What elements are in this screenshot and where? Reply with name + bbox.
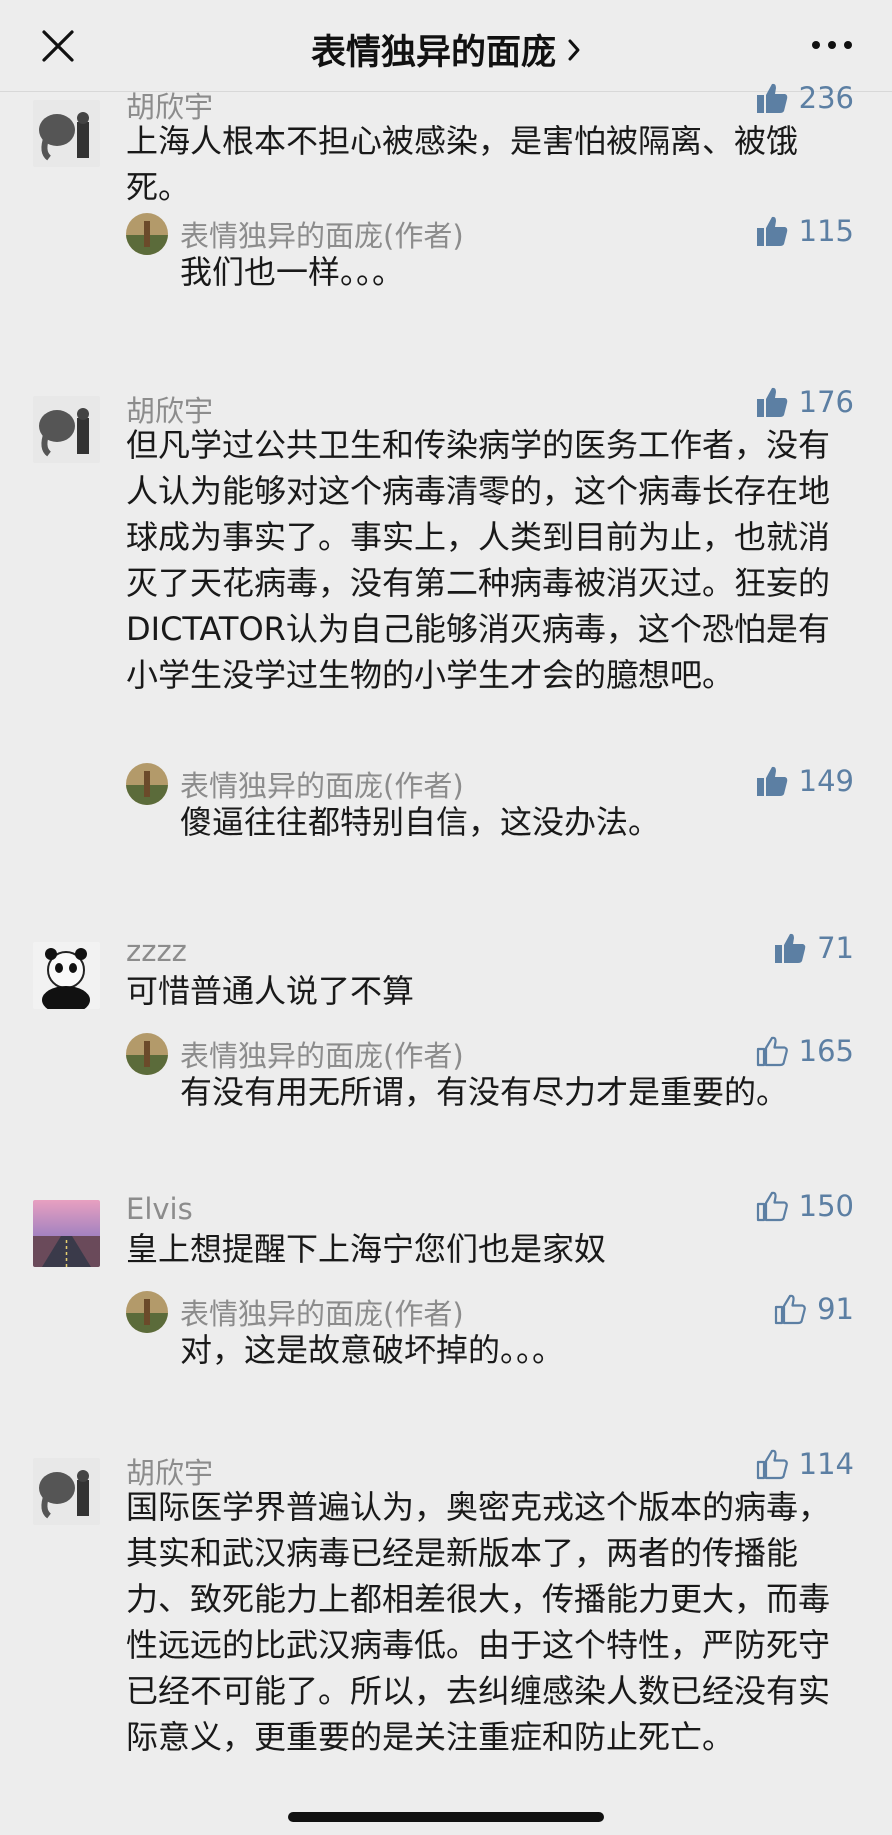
like-count: 165 <box>798 1034 854 1068</box>
reply-like-button[interactable]: 115 <box>755 211 854 251</box>
like-count: 236 <box>798 81 854 115</box>
thumbs-up-outline-icon <box>756 1449 788 1480</box>
avatar-elephant[interactable] <box>33 396 100 463</box>
comment-author[interactable]: zzzz <box>126 934 187 968</box>
comment-text[interactable]: 可惜普通人说了不算 <box>126 968 846 1014</box>
reply-text[interactable]: 我们也一样。。。 <box>180 249 860 295</box>
thumbs-up-filled-icon <box>756 387 787 417</box>
like-count: 115 <box>798 214 854 248</box>
thumbs-up-filled-icon <box>756 766 787 796</box>
reply-avatar[interactable] <box>126 763 168 805</box>
like-count: 149 <box>798 764 854 798</box>
thumbs-up-filled-icon <box>756 83 787 113</box>
like-count: 176 <box>798 385 854 419</box>
like-count: 91 <box>817 1292 854 1326</box>
like-button[interactable]: 236 <box>755 78 854 118</box>
page-title: 表情独异的面庞 <box>310 33 556 73</box>
author-avatar-icon <box>126 213 168 255</box>
avatar-elephant[interactable] <box>33 100 100 167</box>
comment-text[interactable]: 但凡学过公共卫生和传染病学的医务工作者，没有人认为能够对这个病毒清零的，这个病毒… <box>126 422 846 698</box>
thumbs-up-outline-icon <box>756 1036 788 1067</box>
reply-avatar[interactable] <box>126 1291 168 1333</box>
chevron-right-icon <box>568 39 580 61</box>
reply-text[interactable]: 傻逼往往都特别自信，这没办法。 <box>180 799 860 845</box>
comment-text[interactable]: 国际医学界普遍认为，奥密克戎这个版本的病毒，其实和武汉病毒已经是新版本了，两者的… <box>126 1484 846 1760</box>
like-button[interactable]: 71 <box>773 928 854 968</box>
avatar-elephant[interactable] <box>33 1458 100 1525</box>
like-count: 71 <box>817 931 854 965</box>
reply-text[interactable]: 对，这是故意破坏掉的。。。 <box>180 1327 860 1373</box>
author-avatar-icon <box>126 1033 168 1075</box>
avatar-road[interactable] <box>33 1200 100 1267</box>
title-area[interactable]: 表情独异的面庞 <box>0 24 892 75</box>
like-count: 114 <box>798 1447 854 1481</box>
like-button[interactable]: 176 <box>755 382 854 422</box>
reply-avatar[interactable] <box>126 213 168 255</box>
avatar-panda[interactable] <box>33 942 100 1009</box>
author-avatar-icon <box>126 763 168 805</box>
reply-avatar[interactable] <box>126 1033 168 1075</box>
elephant-avatar-icon <box>33 100 100 167</box>
reply-text[interactable]: 有没有用无所谓，有没有尽力才是重要的。 <box>180 1069 860 1115</box>
reply-like-button[interactable]: 165 <box>755 1031 854 1071</box>
home-indicator[interactable] <box>288 1812 604 1822</box>
thumbs-up-outline-icon <box>756 1191 788 1222</box>
more-dots-icon <box>812 41 852 49</box>
comment-author[interactable]: Elvis <box>126 1192 193 1226</box>
like-button[interactable]: 150 <box>755 1186 854 1226</box>
thumbs-up-filled-icon <box>756 216 787 246</box>
elephant-avatar-icon <box>33 1458 100 1525</box>
thumbs-up-outline-icon <box>774 1294 806 1325</box>
thumbs-up-filled-icon <box>775 933 806 963</box>
reply-like-button[interactable]: 91 <box>773 1289 854 1329</box>
reply-like-button[interactable]: 149 <box>755 761 854 801</box>
comment-text[interactable]: 上海人根本不担心被感染，是害怕被隔离、被饿死。 <box>126 118 846 210</box>
elephant-avatar-icon <box>33 396 100 463</box>
like-button[interactable]: 114 <box>755 1444 854 1484</box>
more-button[interactable] <box>810 30 854 60</box>
comment-text[interactable]: 皇上想提醒下上海宁您们也是家奴 <box>126 1226 846 1272</box>
author-avatar-icon <box>126 1291 168 1333</box>
panda-avatar-icon <box>33 942 100 1009</box>
road-avatar-icon <box>33 1200 100 1267</box>
like-count: 150 <box>798 1189 854 1223</box>
